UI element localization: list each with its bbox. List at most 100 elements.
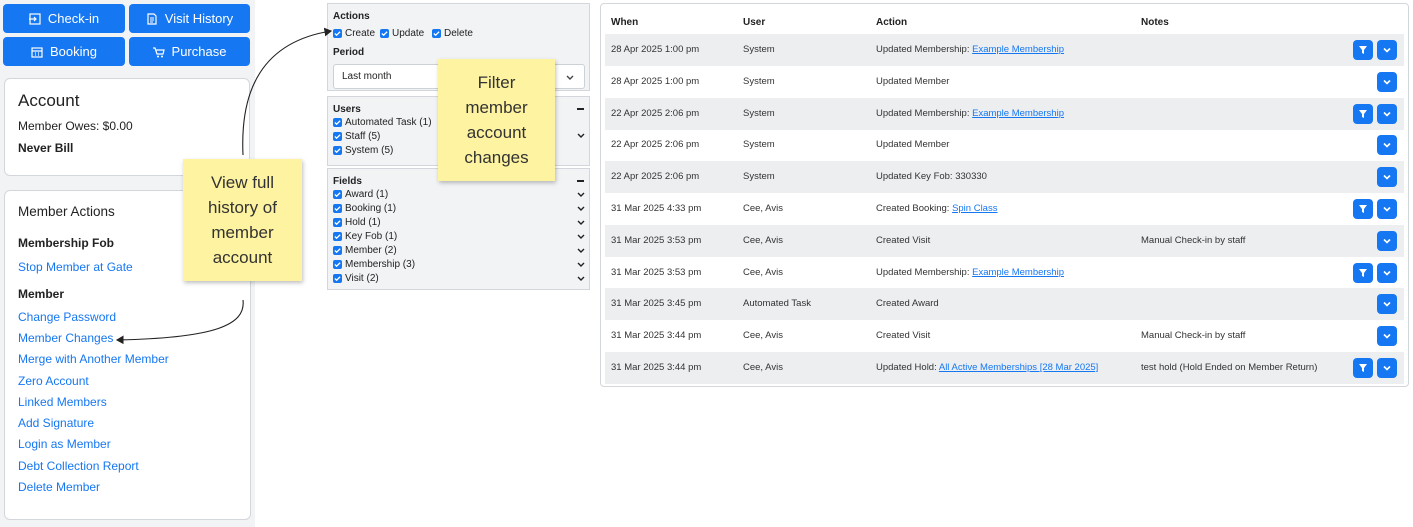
expand-button[interactable] — [1377, 199, 1397, 219]
add-signature-link[interactable]: Add Signature — [18, 416, 94, 430]
table-row: 31 Mar 2025 3:53 pm Cee, Avis Updated Memb… — [605, 257, 1404, 289]
cell-user: Cee, Avis — [743, 203, 783, 214]
action-delete-checkbox[interactable]: Delete — [432, 28, 473, 39]
filter-icon — [1358, 204, 1368, 214]
delete-member-link[interactable]: Delete Member — [18, 480, 100, 494]
cell-when: 28 Apr 2025 1:00 pm — [611, 44, 700, 55]
note-history-line: account — [212, 248, 273, 267]
chevron-down-icon[interactable] — [577, 276, 585, 282]
cell-action-link[interactable]: Spin Class — [952, 203, 997, 214]
checkbox-checked-icon — [333, 274, 342, 283]
field-filter-checkbox[interactable]: Visit (2) — [333, 273, 379, 284]
change-password-link[interactable]: Change Password — [18, 310, 116, 324]
field-filter-checkbox[interactable]: Member (2) — [333, 245, 397, 256]
cell-action-link[interactable]: Example Membership — [972, 108, 1064, 119]
cell-action: Updated Member — [876, 139, 949, 150]
purchase-button[interactable]: Purchase — [129, 37, 250, 66]
filter-button[interactable] — [1353, 358, 1373, 378]
collapse-icon[interactable] — [577, 180, 584, 182]
cell-action-text: Updated Key Fob: 330330 — [876, 171, 987, 183]
note-history-line: history of — [208, 198, 277, 217]
field-filter-checkbox[interactable]: Key Fob (1) — [333, 231, 397, 242]
field-filter-label: Membership (3) — [345, 259, 416, 270]
field-filter-label: Key Fob (1) — [345, 231, 398, 242]
filter-button[interactable] — [1353, 103, 1373, 124]
chevron-down-icon[interactable] — [577, 220, 585, 226]
merge-member-link[interactable]: Merge with Another Member — [18, 352, 169, 366]
user-filter-checkbox[interactable]: Automated Task (1) — [333, 117, 432, 128]
cell-action-link[interactable]: Example Membership — [972, 44, 1064, 55]
chevron-down-icon[interactable] — [577, 192, 585, 198]
member-changes-link[interactable]: Member Changes — [18, 331, 113, 345]
booking-button[interactable]: Booking — [3, 37, 125, 66]
chevron-down-icon[interactable] — [577, 206, 585, 212]
user-filter-label: Staff (5) — [345, 131, 381, 142]
expand-button[interactable] — [1377, 326, 1397, 347]
field-filter-checkbox[interactable]: Award (1) — [333, 189, 388, 200]
checkbox-checked-icon — [333, 132, 342, 141]
chevron-down-icon[interactable] — [577, 133, 585, 139]
note-filter-line: member — [465, 98, 528, 117]
chevron-down-icon — [1382, 204, 1392, 214]
booking-label: Booking — [50, 44, 97, 59]
cell-user: System — [743, 171, 775, 183]
login-as-member-link[interactable]: Login as Member — [18, 437, 111, 451]
expand-button[interactable] — [1377, 71, 1397, 92]
field-filter-checkbox[interactable]: Hold (1) — [333, 217, 381, 228]
cell-user: System — [743, 44, 775, 55]
filter-icon — [1358, 268, 1368, 278]
filter-button[interactable] — [1353, 40, 1373, 60]
expand-button[interactable] — [1377, 135, 1397, 156]
action-update-checkbox[interactable]: Update — [380, 28, 424, 39]
expand-button[interactable] — [1377, 358, 1397, 378]
cell-action-text: Created Award — [876, 298, 939, 310]
expand-button[interactable] — [1377, 103, 1397, 124]
filter-button[interactable] — [1353, 262, 1373, 283]
chevron-down-icon — [1382, 77, 1392, 87]
user-filter-checkbox[interactable]: Staff (5) — [333, 131, 380, 142]
member-owes: Member Owes: $0.00 — [18, 119, 133, 133]
check-in-button[interactable]: Check-in — [3, 4, 125, 33]
chevron-down-icon[interactable] — [577, 262, 585, 268]
billing-status: Never Bill — [18, 141, 74, 155]
expand-button[interactable] — [1377, 40, 1397, 60]
debt-collection-report-link[interactable]: Debt Collection Report — [18, 459, 139, 473]
cell-user: Automated Task — [743, 298, 811, 310]
chevron-down-icon[interactable] — [577, 248, 585, 254]
linked-members-link[interactable]: Linked Members — [18, 395, 107, 409]
cell-notes: test hold (Hold Ended on Member Return) — [1141, 362, 1318, 373]
field-filter-checkbox[interactable]: Membership (3) — [333, 259, 415, 270]
table-row: 28 Apr 2025 1:00 pm System Updated Members… — [605, 34, 1404, 66]
chevron-down-icon — [1382, 172, 1392, 182]
action-create-checkbox[interactable]: Create — [333, 28, 375, 39]
field-filter-checkbox[interactable]: Booking (1) — [333, 203, 396, 214]
chevron-down-icon — [1382, 299, 1392, 309]
fields-label: Fields — [333, 176, 362, 187]
visit-history-button[interactable]: Visit History — [129, 4, 250, 33]
stop-member-at-gate-link[interactable]: Stop Member at Gate — [18, 260, 133, 274]
user-filter-label: Automated Task (1) — [345, 117, 432, 128]
table-row: 22 Apr 2025 2:06 pm System Updated Members… — [605, 97, 1404, 130]
expand-button[interactable] — [1377, 230, 1397, 251]
expand-button[interactable] — [1377, 167, 1397, 188]
header-user: User — [743, 17, 766, 28]
cell-action-link[interactable]: All Active Memberships [28 Mar 2025] — [939, 362, 1098, 373]
period-label: Period — [333, 47, 365, 58]
chevron-down-icon[interactable] — [577, 234, 585, 240]
user-filter-checkbox[interactable]: System (5) — [333, 145, 393, 156]
users-label: Users — [333, 104, 361, 115]
expand-button[interactable] — [1377, 262, 1397, 283]
zero-account-link[interactable]: Zero Account — [18, 374, 89, 388]
expand-button[interactable] — [1377, 294, 1397, 315]
cell-when: 31 Mar 2025 4:33 pm — [611, 203, 702, 214]
member-heading: Member — [18, 287, 65, 301]
field-filter-label: Booking (1) — [345, 203, 397, 214]
purchase-label: Purchase — [171, 44, 227, 59]
cell-action: Updated Membership: Example Membership — [876, 108, 1064, 119]
arrow-to-filters — [242, 27, 333, 156]
filter-button[interactable] — [1353, 199, 1373, 219]
table-row: 31 Mar 2025 3:45 pm Automated Task Created… — [605, 288, 1404, 321]
checkbox-checked-icon — [333, 146, 342, 155]
cell-action-link[interactable]: Example Membership — [972, 267, 1064, 278]
collapse-icon[interactable] — [577, 108, 584, 110]
